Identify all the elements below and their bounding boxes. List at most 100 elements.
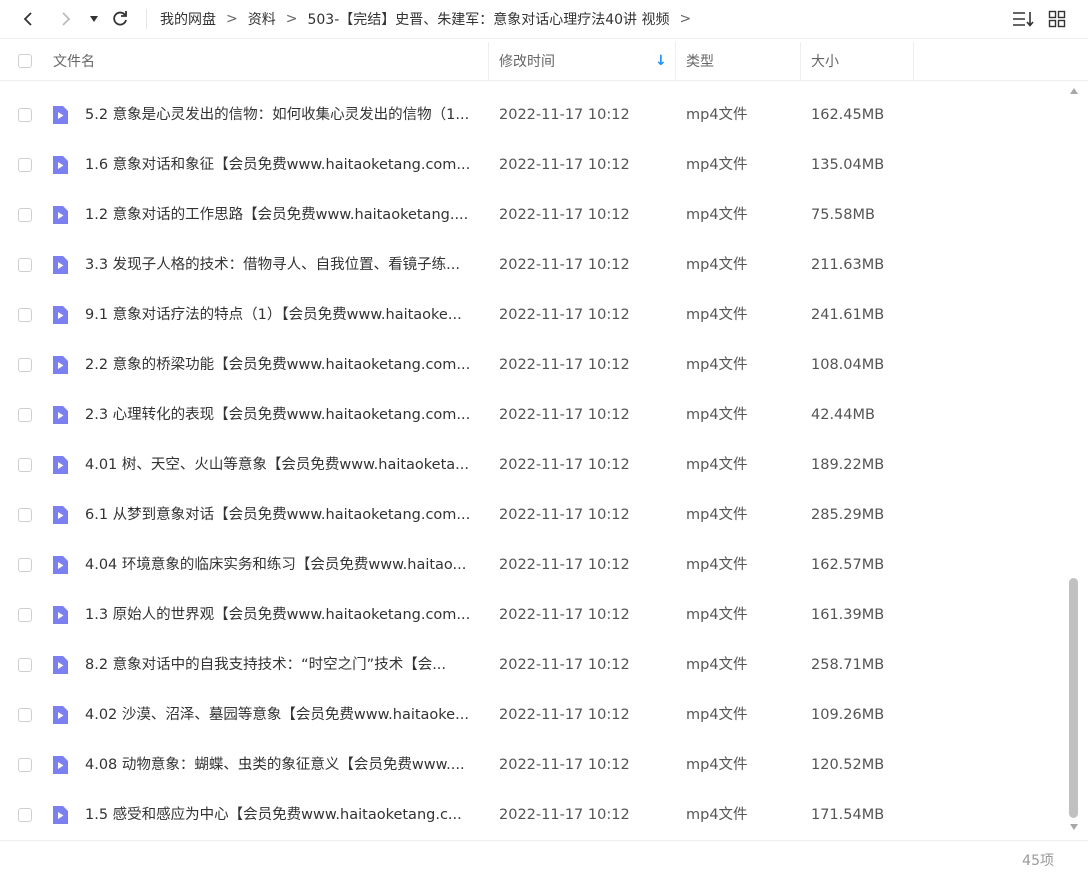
breadcrumb-separator: >: [285, 11, 298, 27]
breadcrumb: 我的网盘 > 资料 > 503-【完结】史晋、朱建军：意象对话心理疗法40讲 视…: [160, 0, 701, 38]
file-row[interactable]: 9.1 意象对话疗法的特点（1）【会员免费www.haitaoke... 2022…: [0, 290, 1066, 340]
video-file-icon: [50, 205, 70, 225]
file-row[interactable]: 1.6 意象对话和象征【会员免费www.haitaoketang.com... 2…: [0, 140, 1066, 190]
file-name[interactable]: 1.3 原始人的世界观【会员免费www.haitaoketang.com...: [85, 590, 480, 640]
file-type: mp4文件: [686, 307, 748, 323]
row-checkbox[interactable]: [18, 258, 32, 272]
file-name[interactable]: 6.1 从梦到意象对话【会员免费www.haitaoketang.com...: [85, 490, 480, 540]
row-checkbox[interactable]: [18, 708, 32, 722]
file-name[interactable]: 9.1 意象对话疗法的特点（1）【会员免费www.haitaoke...: [85, 290, 480, 340]
column-size[interactable]: 大小: [811, 42, 839, 80]
file-size: 75.58MB: [811, 207, 875, 223]
sort-descending-icon[interactable]: ↓: [655, 42, 667, 80]
file-name[interactable]: 5.2 意象是心灵发出的信物：如何收集心灵发出的信物（1...: [85, 90, 480, 140]
back-icon[interactable]: [14, 0, 42, 38]
file-type: mp4文件: [686, 107, 748, 123]
file-row[interactable]: 3.3 发现子人格的技术：借物寻人、自我位置、看镜子练... 2022-11-17…: [0, 240, 1066, 290]
file-row[interactable]: 1.5 感受和感应为中心【会员免费www.haitaoketang.c... 20…: [0, 790, 1066, 840]
file-name[interactable]: 1.6 意象对话和象征【会员免费www.haitaoketang.com...: [85, 140, 480, 190]
file-modified: 2022-11-17 10:12: [499, 207, 630, 223]
column-name[interactable]: 文件名: [53, 42, 95, 80]
scrollbar-thumb[interactable]: [1069, 578, 1078, 818]
file-type: mp4文件: [686, 557, 748, 573]
file-name[interactable]: 3.3 发现子人格的技术：借物寻人、自我位置、看镜子练...: [85, 240, 480, 290]
row-checkbox[interactable]: [18, 508, 32, 522]
file-modified: 2022-11-17 10:12: [499, 657, 630, 673]
file-row[interactable]: 6.1 从梦到意象对话【会员免费www.haitaoketang.com... 2…: [0, 490, 1066, 540]
file-row[interactable]: 4.08 动物意象：蝴蝶、虫类的象征意义【会员免费www.... 2022-11-…: [0, 740, 1066, 790]
grid-view-icon[interactable]: [1048, 10, 1066, 28]
file-row[interactable]: 4.02 沙漠、沼泽、墓园等意象【会员免费www.haitaoke... 2022…: [0, 690, 1066, 740]
row-checkbox[interactable]: [18, 658, 32, 672]
video-file-icon: [50, 555, 70, 575]
file-modified: 2022-11-17 10:12: [499, 707, 630, 723]
file-modified: 2022-11-17 10:12: [499, 807, 630, 823]
file-row[interactable]: 5.2 意象是心灵发出的信物：如何收集心灵发出的信物（1... 2022-11-1…: [0, 90, 1066, 140]
breadcrumb-item-root[interactable]: 我的网盘: [160, 9, 216, 29]
row-checkbox[interactable]: [18, 408, 32, 422]
row-checkbox[interactable]: [18, 308, 32, 322]
video-file-icon: [50, 155, 70, 175]
file-modified: 2022-11-17 10:12: [499, 107, 630, 123]
file-modified: 2022-11-17 10:12: [499, 357, 630, 373]
column-type[interactable]: 类型: [686, 42, 714, 80]
video-file-icon: [50, 105, 70, 125]
file-name[interactable]: 1.2 意象对话的工作思路【会员免费www.haitaoketang....: [85, 190, 480, 240]
column-header: 文件名 修改时间 ↓ 类型 大小: [0, 42, 1088, 81]
file-type: mp4文件: [686, 257, 748, 273]
vertical-scrollbar[interactable]: [1066, 80, 1082, 840]
file-name[interactable]: 1.5 感受和感应为中心【会员免费www.haitaoketang.c...: [85, 790, 480, 840]
file-modified: 2022-11-17 10:12: [499, 757, 630, 773]
file-row[interactable]: 1.2 意象对话的工作思路【会员免费www.haitaoketang.... 20…: [0, 190, 1066, 240]
file-type: mp4文件: [686, 507, 748, 523]
select-all-checkbox[interactable]: [18, 54, 32, 68]
video-file-icon: [50, 405, 70, 425]
breadcrumb-separator[interactable]: >: [680, 11, 692, 27]
file-row[interactable]: 2.3 心理转化的表现【会员免费www.haitaoketang.com... 2…: [0, 390, 1066, 440]
file-size: 162.45MB: [811, 107, 885, 123]
breadcrumb-item-current[interactable]: 503-【完结】史晋、朱建军：意象对话心理疗法40讲 视频: [307, 9, 669, 29]
file-type: mp4文件: [686, 157, 748, 173]
column-modified[interactable]: 修改时间: [499, 42, 555, 80]
row-checkbox[interactable]: [18, 608, 32, 622]
item-count: 45项: [1022, 853, 1054, 869]
file-size: 109.26MB: [811, 707, 885, 723]
row-checkbox[interactable]: [18, 358, 32, 372]
file-size: 108.04MB: [811, 357, 885, 373]
file-row[interactable]: 8.2 意象对话中的自我支持技术：“时空之门”技术【会... 2022-11-17…: [0, 640, 1066, 690]
file-row[interactable]: 4.01 树、天空、火山等意象【会员免费www.haitaoketa... 202…: [0, 440, 1066, 490]
breadcrumb-separator: >: [226, 11, 238, 27]
row-checkbox[interactable]: [18, 458, 32, 472]
row-checkbox[interactable]: [18, 758, 32, 772]
refresh-icon[interactable]: [108, 0, 132, 38]
breadcrumb-item-folder[interactable]: 资料: [248, 9, 276, 29]
history-dropdown-icon[interactable]: [86, 0, 102, 38]
file-name[interactable]: 8.2 意象对话中的自我支持技术：“时空之门”技术【会...: [85, 640, 480, 690]
file-list: 5.2 意象是心灵发出的信物：如何收集心灵发出的信物（1... 2022-11-1…: [0, 90, 1066, 840]
file-row[interactable]: 1.3 原始人的世界观【会员免费www.haitaoketang.com... 2…: [0, 590, 1066, 640]
forward-icon[interactable]: [52, 0, 80, 38]
file-name[interactable]: 2.2 意象的桥梁功能【会员免费www.haitaoketang.com...: [85, 340, 480, 390]
file-row[interactable]: 2.2 意象的桥梁功能【会员免费www.haitaoketang.com... 2…: [0, 340, 1066, 390]
file-name[interactable]: 4.04 环境意象的临床实务和练习【会员免费www.haitao...: [85, 540, 480, 590]
status-bar: 45项: [0, 840, 1088, 882]
scroll-down-arrow-icon[interactable]: [1070, 824, 1078, 830]
file-type: mp4文件: [686, 407, 748, 423]
file-name[interactable]: 2.3 心理转化的表现【会员免费www.haitaoketang.com...: [85, 390, 480, 440]
file-row[interactable]: 4.04 环境意象的临床实务和练习【会员免费www.haitao... 2022-…: [0, 540, 1066, 590]
video-file-icon: [50, 705, 70, 725]
file-name[interactable]: 4.08 动物意象：蝴蝶、虫类的象征意义【会员免费www....: [85, 740, 480, 790]
toolbar-divider: [146, 9, 147, 29]
file-size: 211.63MB: [811, 257, 885, 273]
row-checkbox[interactable]: [18, 158, 32, 172]
sort-list-icon[interactable]: [1012, 10, 1034, 28]
file-name[interactable]: 4.01 树、天空、火山等意象【会员免费www.haitaoketa...: [85, 440, 480, 490]
file-name[interactable]: 4.02 沙漠、沼泽、墓园等意象【会员免费www.haitaoke...: [85, 690, 480, 740]
row-checkbox[interactable]: [18, 108, 32, 122]
row-checkbox[interactable]: [18, 808, 32, 822]
file-size: 135.04MB: [811, 157, 885, 173]
row-checkbox[interactable]: [18, 208, 32, 222]
row-checkbox[interactable]: [18, 558, 32, 572]
scroll-up-arrow-icon[interactable]: [1070, 88, 1078, 94]
file-size: 171.54MB: [811, 807, 885, 823]
